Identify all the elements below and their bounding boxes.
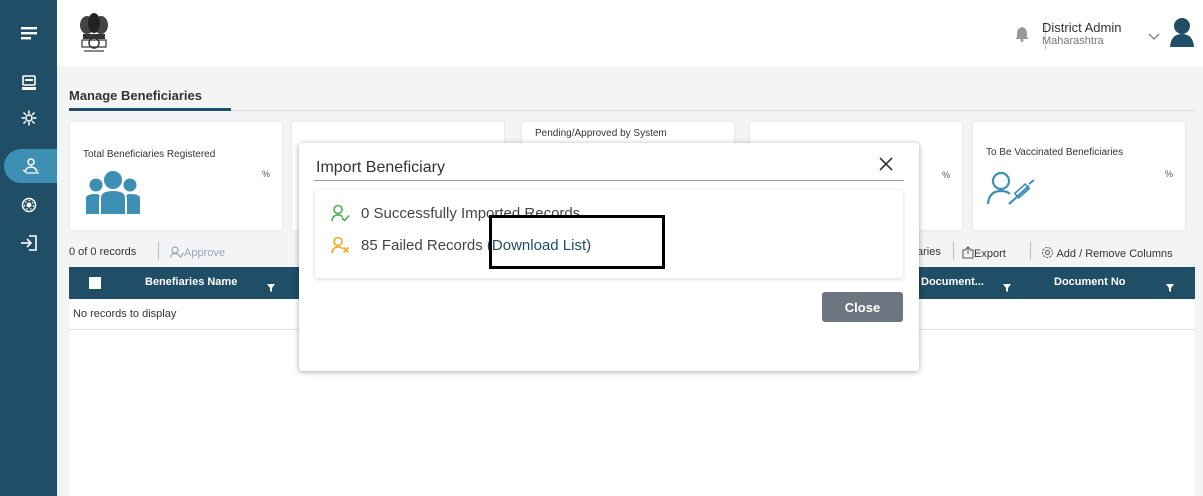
tab-divider: [69, 110, 1195, 111]
card-title: Total Beneficiaries Registered: [83, 149, 216, 160]
approve-icon: [169, 246, 184, 258]
highlight-box: [489, 215, 665, 269]
column-header-document-type[interactable]: Document...: [921, 276, 984, 288]
export-label: Export: [974, 248, 1006, 260]
user-x-icon: [331, 236, 350, 254]
bell-icon[interactable]: [1015, 26, 1029, 47]
user-check-icon: [331, 204, 350, 222]
select-all-checkbox[interactable]: [89, 277, 101, 289]
filter-icon[interactable]: [1003, 279, 1011, 297]
modal-title: Import Beneficiary: [316, 159, 445, 176]
card-to-be-vaccinated: To Be Vaccinated Beneficiaries %: [973, 122, 1185, 230]
filter-icon[interactable]: [267, 279, 275, 297]
logout-icon[interactable]: [0, 226, 57, 260]
export-button[interactable]: Export: [962, 246, 1006, 260]
card-percent: %: [941, 170, 950, 180]
active-tab-underline: [69, 108, 231, 111]
card-title: Pending/Approved by System: [535, 128, 667, 139]
columns-label: Add / Remove Columns: [1056, 248, 1173, 260]
user-name[interactable]: District Admin: [1042, 20, 1121, 35]
column-header-name[interactable]: Benefiaries Name: [145, 276, 237, 288]
card-total-beneficiaries: Total Beneficiaries Registered %: [70, 122, 282, 230]
settings-icon[interactable]: [0, 188, 57, 222]
page-title[interactable]: Manage Beneficiaries: [69, 88, 202, 103]
close-button[interactable]: Close: [822, 292, 903, 322]
sidebar: [0, 0, 57, 496]
avatar-icon[interactable]: [1169, 17, 1195, 52]
empty-message: No records to display: [73, 308, 177, 320]
user-state: Maharashtra: [1042, 35, 1104, 47]
people-group-icon: [84, 170, 142, 219]
add-remove-columns-button[interactable]: Add / Remove Columns: [1041, 246, 1173, 260]
chevron-down-icon[interactable]: [1148, 28, 1160, 46]
vaccine-icon[interactable]: [0, 101, 57, 135]
beneficiary-icon[interactable]: [4, 149, 57, 183]
export-icon: [962, 246, 974, 259]
approve-button[interactable]: Approve: [169, 246, 225, 259]
toolbar-divider: [1030, 242, 1031, 260]
toolbar-divider: [158, 242, 159, 260]
gear-icon: [1042, 247, 1053, 258]
card-title: To Be Vaccinated Beneficiaries: [986, 147, 1124, 158]
modal-divider: [314, 180, 904, 181]
record-count: 0 of 0 records: [69, 246, 137, 258]
beneficiaries-button-fragment[interactable]: aries: [917, 246, 941, 258]
card-percent: %: [1164, 169, 1173, 179]
emblem-logo: [78, 12, 110, 56]
approve-label: Approve: [184, 247, 225, 259]
dashboard-icon[interactable]: [0, 66, 57, 100]
column-header-document-no[interactable]: Document No: [1054, 276, 1126, 288]
filter-icon[interactable]: [1166, 279, 1174, 297]
top-header: District Admin Maharashtra: [57, 0, 1203, 66]
card-percent: %: [261, 169, 270, 179]
close-icon[interactable]: [875, 153, 897, 175]
vaccinate-person-icon: [985, 170, 1037, 215]
failed-text: 85 Failed Records: [361, 236, 487, 254]
toolbar-divider: [953, 242, 954, 260]
menu-icon[interactable]: [0, 16, 57, 50]
